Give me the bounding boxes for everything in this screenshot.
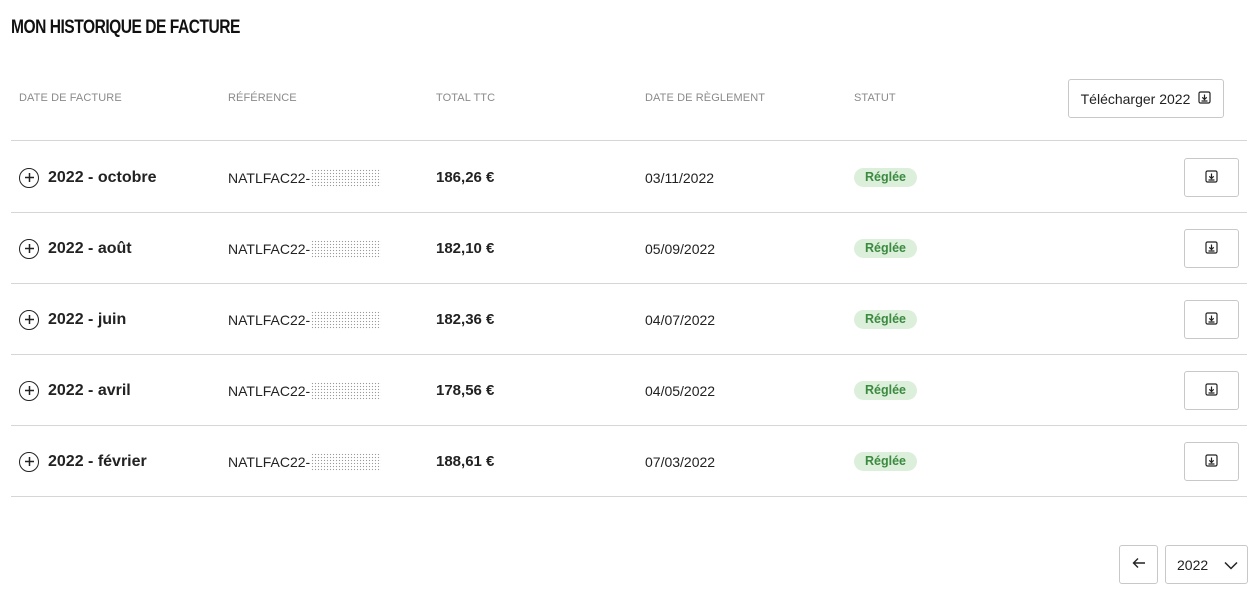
page-title: MON HISTORIQUE DE FACTURE (11, 17, 240, 38)
plus-circle-icon[interactable] (19, 238, 39, 259)
masked-reference (311, 168, 382, 187)
masked-reference (311, 310, 382, 329)
reference-prefix: NATLFAC22- (228, 382, 311, 399)
invoice-total: 186,26 € (436, 169, 495, 186)
invoice-total: 182,10 € (436, 240, 495, 257)
invoice-reference: NATLFAC22- (228, 284, 382, 355)
year-select[interactable]: 2022 (1165, 545, 1248, 584)
year-select-value: 2022 (1177, 556, 1209, 573)
download-icon (1205, 311, 1218, 328)
status-badge: Réglée (854, 168, 917, 187)
invoice-period: 2022 - février (48, 452, 147, 470)
invoice-period: 2022 - juin (48, 310, 127, 328)
arrow-left-icon (1132, 557, 1146, 572)
table-row: 2022 - octobre NATLFAC22- 186,26 € 03/11… (11, 142, 1247, 213)
invoice-reference: NATLFAC22- (228, 355, 382, 426)
masked-reference (311, 452, 382, 471)
status-badge: Réglée (854, 239, 917, 258)
reference-prefix: NATLFAC22- (228, 169, 311, 186)
settlement-date: 04/07/2022 (645, 311, 716, 328)
invoice-total: 182,36 € (436, 311, 495, 328)
download-invoice-button[interactable] (1184, 158, 1239, 197)
invoice-period: 2022 - avril (48, 381, 131, 399)
download-icon (1205, 240, 1218, 257)
settlement-date: 03/11/2022 (645, 169, 715, 186)
masked-reference (311, 239, 382, 258)
download-icon (1205, 169, 1218, 186)
download-year-button[interactable]: Télécharger 2022 (1068, 79, 1224, 118)
chevron-down-icon (1224, 557, 1238, 573)
invoice-reference: NATLFAC22- (228, 142, 382, 213)
settlement-date: 04/05/2022 (645, 382, 716, 399)
download-icon (1205, 453, 1218, 470)
invoice-reference: NATLFAC22- (228, 426, 382, 497)
download-invoice-button[interactable] (1184, 300, 1239, 339)
download-invoice-button[interactable] (1184, 229, 1239, 268)
invoice-total: 188,61 € (436, 453, 495, 470)
table-row: 2022 - février NATLFAC22- 188,61 € 07/03… (11, 426, 1247, 497)
download-invoice-button[interactable] (1184, 371, 1239, 410)
table-header: DATE DE FACTURE RÉFÉRENCE TOTAL TTC DATE… (11, 79, 1247, 141)
header-status: STATUT (854, 92, 896, 104)
reference-prefix: NATLFAC22- (228, 311, 311, 328)
table-row: 2022 - avril NATLFAC22- 178,56 € 04/05/2… (11, 355, 1247, 426)
settlement-date: 07/03/2022 (645, 453, 716, 470)
header-invoice-date: DATE DE FACTURE (19, 92, 122, 104)
header-settlement-date: DATE DE RÈGLEMENT (645, 92, 766, 104)
header-reference: RÉFÉRENCE (228, 92, 297, 104)
header-total: TOTAL TTC (436, 92, 496, 104)
table-row: 2022 - août NATLFAC22- 182,10 € 05/09/20… (11, 213, 1247, 284)
reference-prefix: NATLFAC22- (228, 240, 311, 257)
status-badge: Réglée (854, 452, 917, 471)
invoice-reference: NATLFAC22- (228, 213, 382, 284)
masked-reference (311, 381, 382, 400)
download-year-label: Télécharger 2022 (1080, 90, 1191, 107)
status-badge: Réglée (854, 381, 917, 400)
reference-prefix: NATLFAC22- (228, 453, 311, 470)
download-icon (1205, 382, 1218, 399)
previous-page-button[interactable] (1119, 545, 1158, 584)
invoice-period: 2022 - août (48, 239, 132, 257)
table-row: 2022 - juin NATLFAC22- 182,36 € 04/07/20… (11, 284, 1247, 355)
plus-circle-icon[interactable] (19, 167, 39, 188)
settlement-date: 05/09/2022 (645, 240, 716, 257)
download-icon (1198, 90, 1211, 107)
plus-circle-icon[interactable] (19, 451, 39, 472)
download-invoice-button[interactable] (1184, 442, 1239, 481)
plus-circle-icon[interactable] (19, 380, 39, 401)
invoice-total: 178,56 € (436, 382, 495, 399)
status-badge: Réglée (854, 310, 917, 329)
invoice-period: 2022 - octobre (48, 168, 157, 186)
plus-circle-icon[interactable] (19, 309, 39, 330)
